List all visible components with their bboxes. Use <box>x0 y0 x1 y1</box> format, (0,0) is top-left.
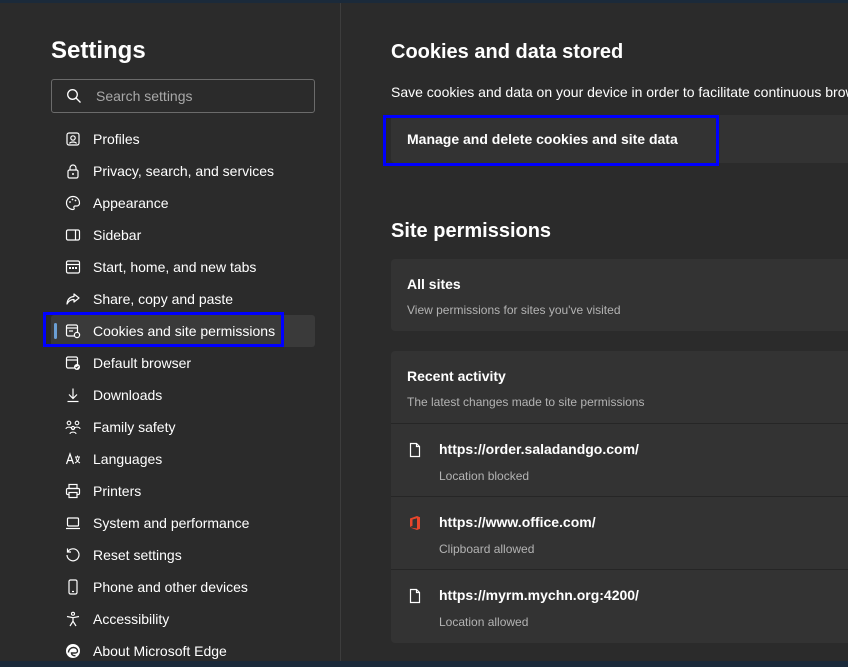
recent-activity-subtitle: The latest changes made to site permissi… <box>407 395 645 409</box>
recent-activity-title: Recent activity <box>407 368 506 384</box>
sidebar-item-languages[interactable]: Languages <box>51 443 315 475</box>
activity-row[interactable]: https://order.saladandgo.com/ Location b… <box>391 423 848 497</box>
sidebar-panel-icon <box>65 227 81 243</box>
sidebar-item-label: System and performance <box>93 515 250 531</box>
sidebar-item-label: Appearance <box>93 195 169 211</box>
search-icon <box>67 89 81 103</box>
profile-icon <box>65 131 81 147</box>
sidebar-item-label: Default browser <box>93 355 192 371</box>
settings-window: Settings Profiles Privacy, search, and s… <box>0 3 848 661</box>
main-content: Cookies and data stored Save cookies and… <box>341 3 848 661</box>
sidebar-item-accessibility[interactable]: Accessibility <box>51 603 315 635</box>
all-sites-card[interactable]: All sites View permissions for sites you… <box>391 259 848 331</box>
sidebar-item-downloads[interactable]: Downloads <box>51 379 315 411</box>
sidebar-item-label: Accessibility <box>93 611 170 627</box>
printer-icon <box>65 483 81 499</box>
sidebar-item-label: Privacy, search, and services <box>93 163 275 179</box>
sidebar-item-label: Languages <box>93 451 163 467</box>
sidebar-item-about[interactable]: About Microsoft Edge <box>51 635 315 667</box>
all-sites-title: All sites <box>407 276 461 292</box>
activity-status: Location blocked <box>439 469 530 483</box>
office-icon <box>410 516 420 530</box>
search-box[interactable] <box>51 79 315 113</box>
activity-status: Clipboard allowed <box>439 542 535 556</box>
sidebar-item-label: Reset settings <box>93 547 182 563</box>
share-icon <box>65 291 81 307</box>
page-icon <box>409 588 421 604</box>
edge-logo-icon <box>65 643 81 659</box>
accessibility-icon <box>65 611 81 627</box>
sidebar-item-sidebar[interactable]: Sidebar <box>51 219 315 251</box>
family-icon <box>65 419 81 435</box>
sidebar-item-label: Downloads <box>93 387 163 403</box>
sidebar-item-default-browser[interactable]: Default browser <box>51 347 315 379</box>
activity-row[interactable]: https://www.office.com/ Clipboard allowe… <box>391 496 848 570</box>
lock-icon <box>65 163 81 179</box>
cookies-section-title: Cookies and data stored <box>391 41 624 63</box>
manage-cookies-highlight <box>383 115 719 166</box>
sidebar-item-label: About Microsoft Edge <box>93 643 227 659</box>
sidebar-item-start-home[interactable]: Start, home, and new tabs <box>51 251 315 283</box>
sidebar-item-share[interactable]: Share, copy and paste <box>51 283 315 315</box>
permissions-section-title: Site permissions <box>391 220 552 242</box>
sidebar-item-appearance[interactable]: Appearance <box>51 187 315 219</box>
reset-icon <box>65 547 81 563</box>
sidebar-item-privacy[interactable]: Privacy, search, and services <box>51 155 315 187</box>
activity-url: https://www.office.com/ <box>439 514 596 530</box>
sidebar-item-label: Sidebar <box>93 227 142 243</box>
cookies-nav-highlight <box>43 312 284 347</box>
phone-icon <box>65 579 81 595</box>
sidebar-item-printers[interactable]: Printers <box>51 475 315 507</box>
sidebar-item-profiles[interactable]: Profiles <box>51 123 315 155</box>
palette-icon <box>65 195 81 211</box>
activity-status: Location allowed <box>439 615 529 629</box>
search-input[interactable] <box>96 80 306 112</box>
activity-url: https://myrm.mychn.org:4200/ <box>439 587 639 603</box>
default-browser-icon <box>65 355 81 371</box>
sidebar-item-label: Profiles <box>93 131 140 147</box>
recent-activity-card: Recent activity The latest changes made … <box>391 351 848 643</box>
sidebar-item-system[interactable]: System and performance <box>51 507 315 539</box>
sidebar-item-label: Share, copy and paste <box>93 291 234 307</box>
page-title: Settings <box>51 37 146 64</box>
languages-icon <box>65 451 81 467</box>
sidebar-item-label: Start, home, and new tabs <box>93 259 257 275</box>
new-tab-icon <box>65 259 81 275</box>
laptop-icon <box>65 515 81 531</box>
activity-row[interactable]: https://myrm.mychn.org:4200/ Location al… <box>391 569 848 643</box>
sidebar-item-label: Phone and other devices <box>93 579 248 595</box>
sidebar-item-label: Printers <box>93 483 142 499</box>
sidebar-item-label: Family safety <box>93 419 176 435</box>
sidebar-item-family-safety[interactable]: Family safety <box>51 411 315 443</box>
sidebar-item-reset[interactable]: Reset settings <box>51 539 315 571</box>
cookies-section-description: Save cookies and data on your device in … <box>391 84 848 100</box>
settings-nav: Profiles Privacy, search, and services A… <box>51 123 315 667</box>
download-icon <box>65 387 81 403</box>
page-icon <box>409 442 421 458</box>
activity-url: https://order.saladandgo.com/ <box>439 441 639 457</box>
sidebar-item-phone[interactable]: Phone and other devices <box>51 571 315 603</box>
all-sites-subtitle: View permissions for sites you've visite… <box>407 303 621 317</box>
